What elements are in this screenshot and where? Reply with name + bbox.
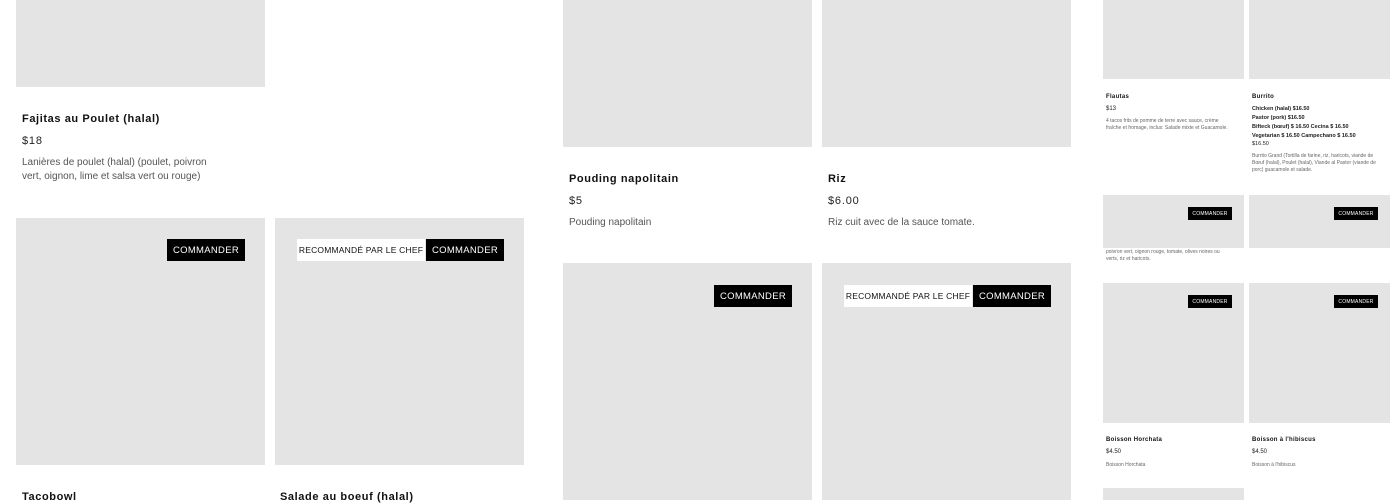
pouding-image[interactable] <box>563 0 812 147</box>
tacobowl-order-button[interactable]: COMMANDER <box>167 239 245 261</box>
order-button-r2-left[interactable]: COMMANDER <box>1188 207 1232 220</box>
order-button-c4-bottom[interactable]: COMMANDER <box>973 285 1051 307</box>
burrito-option-line: Vegetarian $ 16.50 Campechano $ 16.50 <box>1252 133 1356 139</box>
pouding-title: Pouding napolitain <box>569 173 679 185</box>
riz-description: Riz cuit avec de la sauce tomate. <box>828 217 975 228</box>
item-description-r2-left: poivron vert, oignon rouge, tomate, oliv… <box>1106 249 1220 262</box>
flautas-title: Flautas <box>1106 94 1130 100</box>
fajitas-description: Lanières de poulet (halal) (poulet, poiv… <box>22 157 207 182</box>
hibiscus-price: $4.50 <box>1252 449 1268 455</box>
riz-image[interactable] <box>822 0 1071 147</box>
burrito-option-line: $16.50 <box>1252 141 1269 147</box>
order-button-r2-right[interactable]: COMMANDER <box>1334 207 1378 220</box>
horchata-title: Boisson Horchata <box>1106 437 1163 443</box>
flautas-description: 4 tacos frits de pomme de terre avec sau… <box>1106 118 1228 131</box>
burrito-title: Burrito <box>1252 94 1275 100</box>
salade-order-button[interactable]: COMMANDER <box>426 239 504 261</box>
hibiscus-title: Boisson à l'hibiscus <box>1252 437 1316 443</box>
item-image-r4-left[interactable] <box>1103 488 1244 500</box>
salade-title: Salade au boeuf (halal) <box>280 491 414 503</box>
tacobowl-title: Tacobowl <box>22 491 77 503</box>
burrito-option-line: Pastor (pork) $16.50 <box>1252 115 1305 121</box>
pouding-price: $5 <box>569 195 583 207</box>
flautas-image[interactable] <box>1103 0 1244 79</box>
burrito-option-line: Chicken (halal) $16.50 <box>1252 106 1310 112</box>
riz-title: Riz <box>828 173 847 185</box>
flautas-price: $13 <box>1106 106 1117 112</box>
fajitas-price: $18 <box>22 135 43 147</box>
order-button-c3-bottom[interactable]: COMMANDER <box>714 285 792 307</box>
hibiscus-description: Boisson à l'hibiscus <box>1252 462 1296 468</box>
riz-price: $6.00 <box>828 195 860 207</box>
item-image-r2-right[interactable] <box>1249 195 1390 248</box>
horchata-order-button[interactable]: COMMANDER <box>1188 295 1232 308</box>
fajitas-title: Fajitas au Poulet (halal) <box>22 113 160 125</box>
chef-badge-c4-bottom: RECOMMANDÉ PAR LE CHEF <box>844 285 972 307</box>
fajitas-image[interactable] <box>16 0 265 87</box>
horchata-description: Boisson Horchata <box>1106 462 1146 468</box>
burrito-description: Burrito Grand (Tortilla de farine, riz, … <box>1252 153 1376 173</box>
pouding-description: Pouding napolitain <box>569 217 652 228</box>
burrito-option-line: Bifteck (bœuf) $ 16.50 Cecina $ 16.50 <box>1252 124 1349 130</box>
burrito-image[interactable] <box>1249 0 1390 79</box>
item-image-r2-left[interactable] <box>1103 195 1244 248</box>
horchata-price: $4.50 <box>1106 449 1122 455</box>
hibiscus-order-button[interactable]: COMMANDER <box>1334 295 1378 308</box>
salade-chef-badge: RECOMMANDÉ PAR LE CHEF <box>297 239 425 261</box>
